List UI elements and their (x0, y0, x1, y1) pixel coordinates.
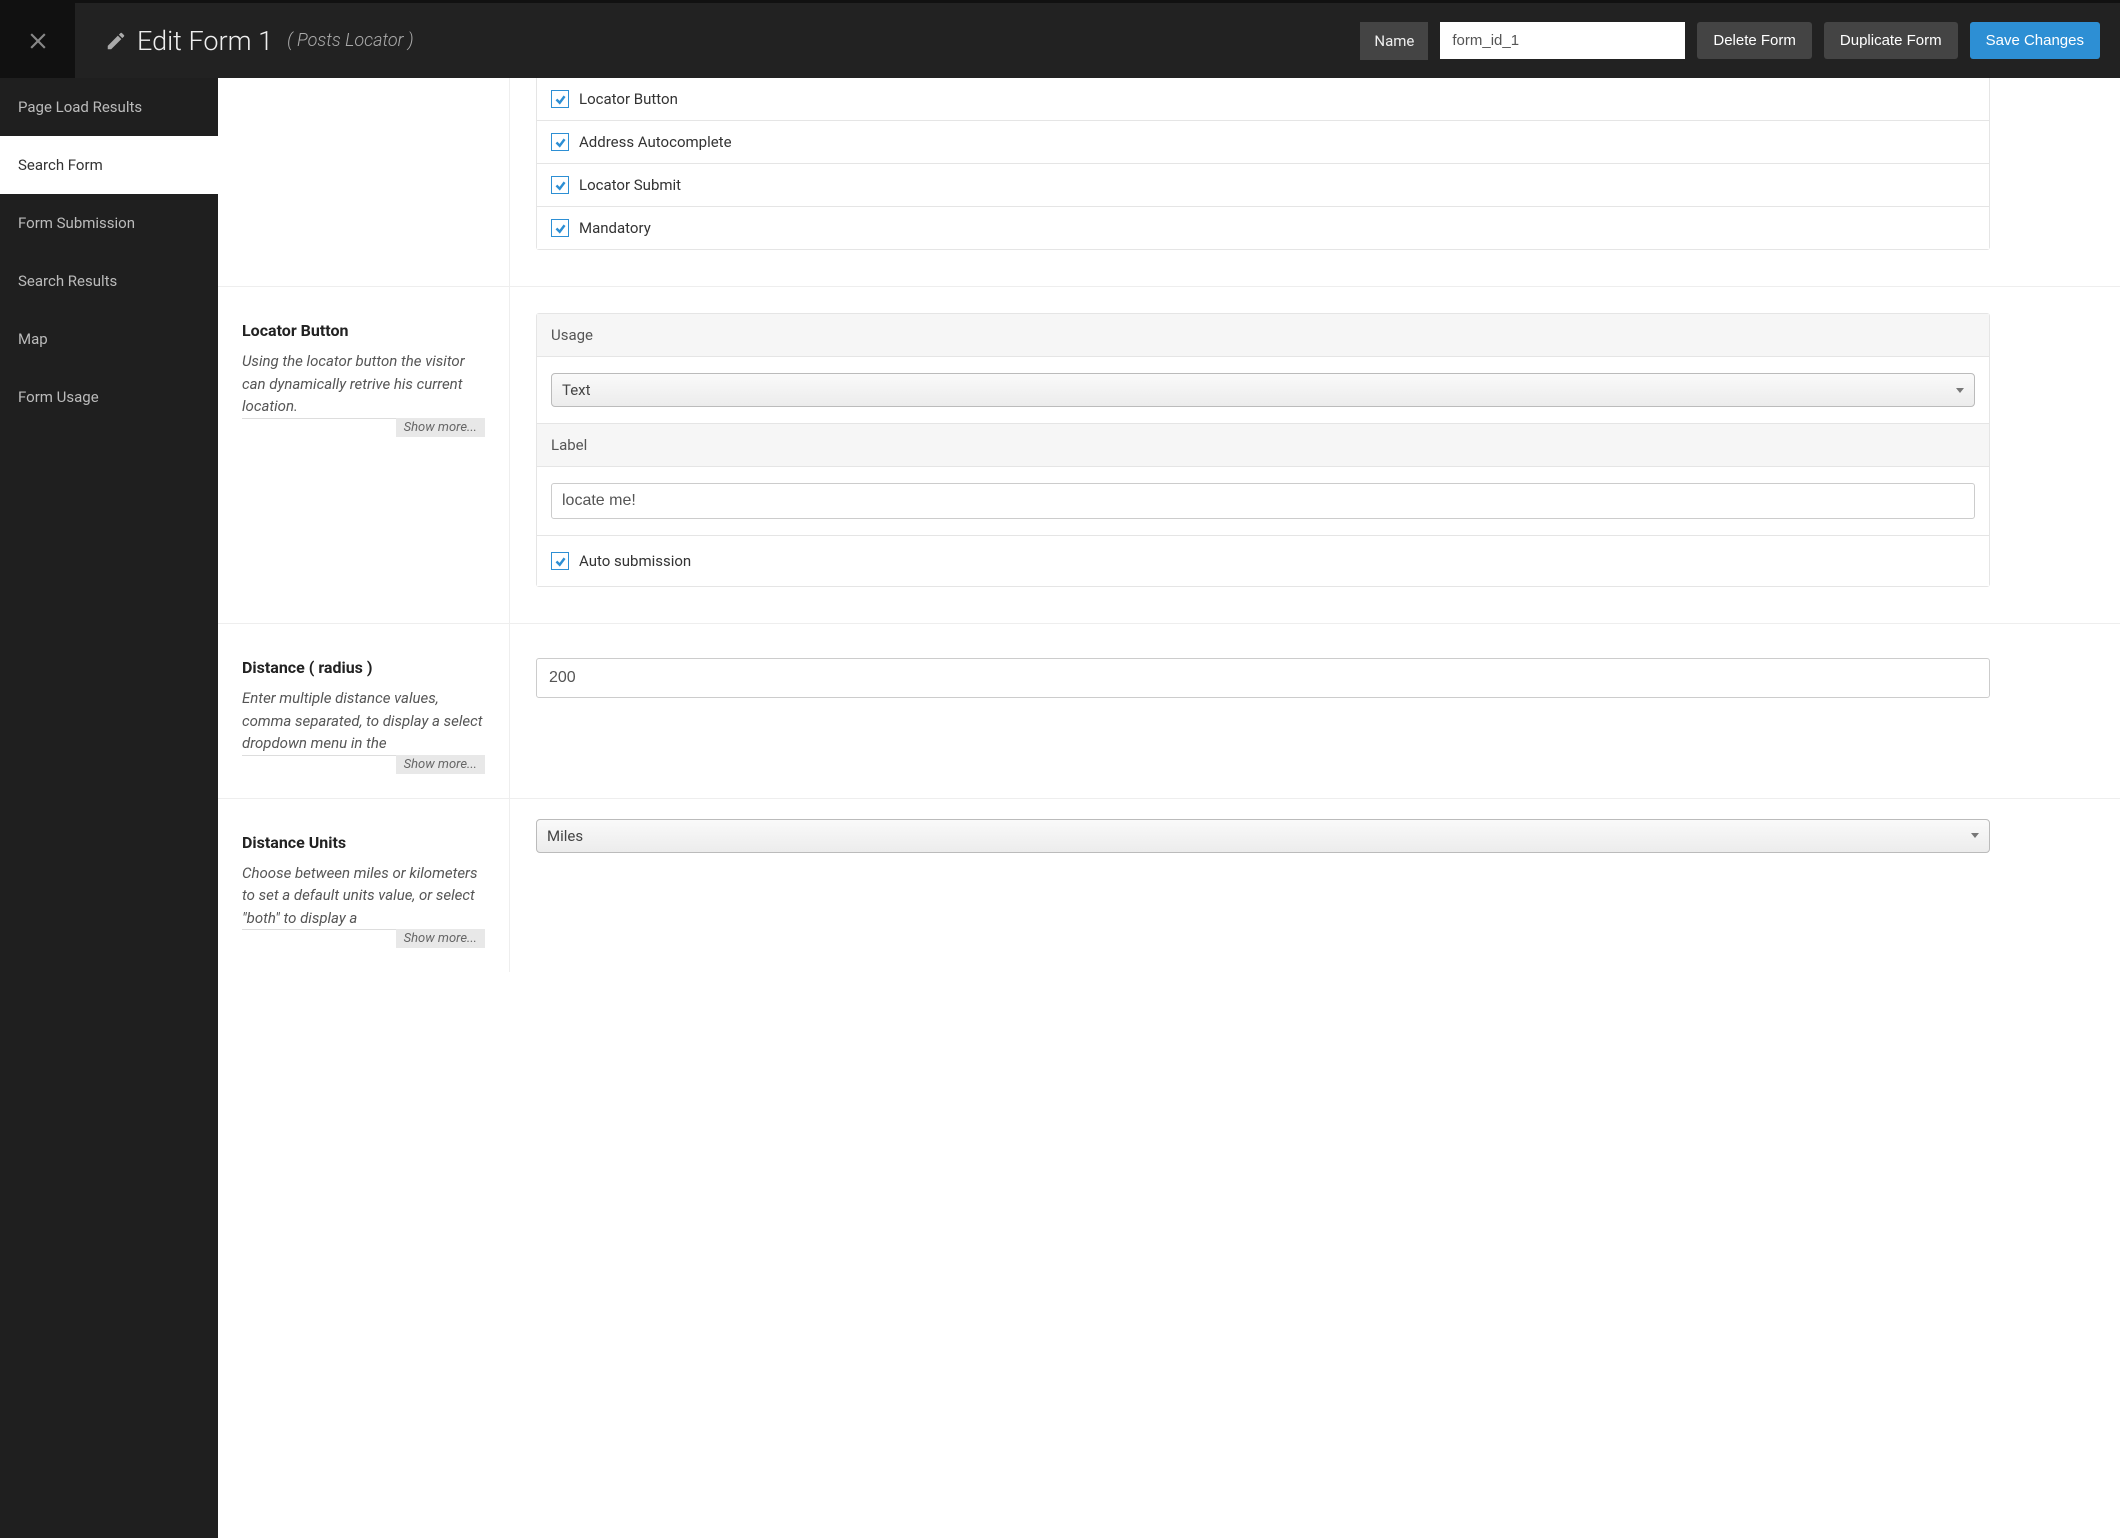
form-name-input[interactable] (1440, 22, 1685, 59)
close-button[interactable] (0, 3, 75, 78)
chevron-down-icon (1971, 833, 1979, 838)
sidebar-item-page-load-results[interactable]: Page Load Results (0, 78, 218, 136)
show-more-link[interactable]: Show more... (396, 929, 485, 948)
distance-input[interactable] (536, 658, 1990, 698)
checkbox-label: Address Autocomplete (579, 133, 732, 151)
checkbox-label: Locator Button (579, 90, 678, 108)
delete-form-button[interactable]: Delete Form (1697, 22, 1812, 59)
close-icon (25, 28, 51, 54)
section-title-distance: Distance ( radius ) (242, 658, 485, 677)
sidebar-item-form-usage[interactable]: Form Usage (0, 368, 218, 426)
sidebar-item-search-form[interactable]: Search Form (0, 136, 218, 194)
chevron-down-icon (1956, 388, 1964, 393)
page-title: Edit Form 1 (137, 25, 273, 57)
panel-head-label: Label (537, 424, 1989, 467)
show-more-link[interactable]: Show more... (396, 755, 485, 774)
save-changes-button[interactable]: Save Changes (1970, 22, 2100, 59)
usage-select[interactable]: Text (551, 373, 1975, 407)
pencil-icon (105, 30, 127, 52)
sidebar-item-map[interactable]: Map (0, 310, 218, 368)
section-desc: Enter multiple distance values, comma se… (242, 687, 485, 756)
sidebar-item-search-results[interactable]: Search Results (0, 252, 218, 310)
checkbox-label: Locator Submit (579, 176, 681, 194)
select-value: Text (562, 381, 591, 399)
checkbox-address-autocomplete[interactable] (551, 133, 569, 151)
checkbox-auto-submission[interactable] (551, 552, 569, 570)
sidebar-item-form-submission[interactable]: Form Submission (0, 194, 218, 252)
label-input[interactable] (551, 483, 1975, 519)
checkbox-label: Mandatory (579, 219, 651, 237)
main-content: Locator Button Address Autocomplete Loca… (218, 78, 2120, 1538)
checkbox-locator-submit[interactable] (551, 176, 569, 194)
section-title-locator: Locator Button (242, 321, 485, 340)
checkbox-label: Auto submission (579, 552, 691, 570)
select-value: Miles (547, 827, 583, 845)
checkbox-mandatory[interactable] (551, 219, 569, 237)
section-title-units: Distance Units (242, 833, 485, 852)
show-more-link[interactable]: Show more... (396, 418, 485, 437)
name-label: Name (1360, 22, 1428, 60)
panel-head-usage: Usage (537, 314, 1989, 357)
units-select[interactable]: Miles (536, 819, 1990, 853)
page-subtitle: ( Posts Locator ) (287, 30, 414, 51)
section-desc: Using the locator button the visitor can… (242, 350, 485, 419)
duplicate-form-button[interactable]: Duplicate Form (1824, 22, 1958, 59)
sidebar: Page Load Results Search Form Form Submi… (0, 78, 218, 1538)
section-desc: Choose between miles or kilometers to se… (242, 862, 485, 931)
checkbox-locator-button[interactable] (551, 90, 569, 108)
